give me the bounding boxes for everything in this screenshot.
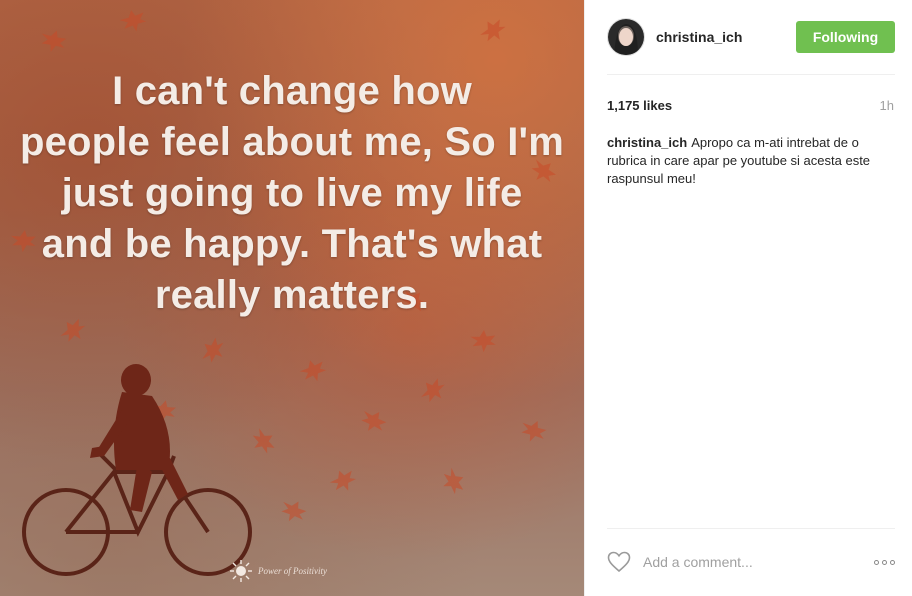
watermark-text: Power of Positivity — [258, 566, 327, 576]
leaf-decoration — [438, 465, 468, 497]
divider — [607, 74, 895, 75]
divider — [607, 528, 895, 529]
quote-line: just going to live my life — [61, 171, 523, 215]
dot-icon — [890, 559, 895, 565]
leaf-decoration — [327, 466, 359, 496]
caption: christina_ich Apropo ca m-ati intrebat de… — [607, 134, 899, 188]
dot-icon — [874, 559, 879, 565]
more-options-button[interactable] — [874, 559, 895, 565]
post-image[interactable]: I can't change how people feel about me,… — [0, 0, 584, 596]
leaf-decoration — [416, 374, 450, 408]
quote-line: really matters. — [154, 273, 430, 317]
avatar-image — [608, 19, 644, 55]
post-time[interactable]: 1h — [880, 98, 894, 113]
avatar[interactable] — [607, 18, 645, 56]
leaf-decoration — [356, 405, 390, 438]
quote-line: and be happy. That's what — [41, 222, 543, 266]
quote-text: I can't change how people feel about me,… — [0, 66, 584, 321]
leaf-decoration — [517, 416, 550, 447]
quote-line: I can't change how — [112, 69, 472, 113]
quote-line: people feel about me, So I'm — [19, 120, 565, 164]
likes-count[interactable]: 1,175 likes — [607, 98, 672, 113]
post-header: christina_ich Following — [607, 16, 895, 58]
leaf-decoration — [298, 357, 329, 385]
leaf-decoration — [37, 26, 69, 56]
leaf-decoration — [276, 495, 310, 527]
caption-username[interactable]: christina_ich — [607, 135, 687, 150]
post-details-panel: christina_ich Following 1,175 likes 1h c… — [584, 0, 912, 596]
username-link[interactable]: christina_ich — [656, 29, 742, 45]
like-button[interactable] — [607, 551, 631, 573]
leaf-decoration — [476, 15, 510, 47]
dot-icon — [882, 559, 887, 565]
instagram-post-view: I can't change how people feel about me,… — [0, 0, 912, 596]
leaf-decoration — [118, 8, 147, 34]
comment-bar — [607, 546, 895, 578]
sun-icon — [230, 560, 252, 582]
heart-icon — [607, 551, 631, 573]
cyclist-illustration — [22, 364, 252, 576]
leaf-decoration — [469, 329, 497, 353]
watermark: Power of Positivity — [230, 560, 327, 582]
following-button[interactable]: Following — [796, 21, 895, 53]
comment-input[interactable] — [643, 554, 843, 570]
